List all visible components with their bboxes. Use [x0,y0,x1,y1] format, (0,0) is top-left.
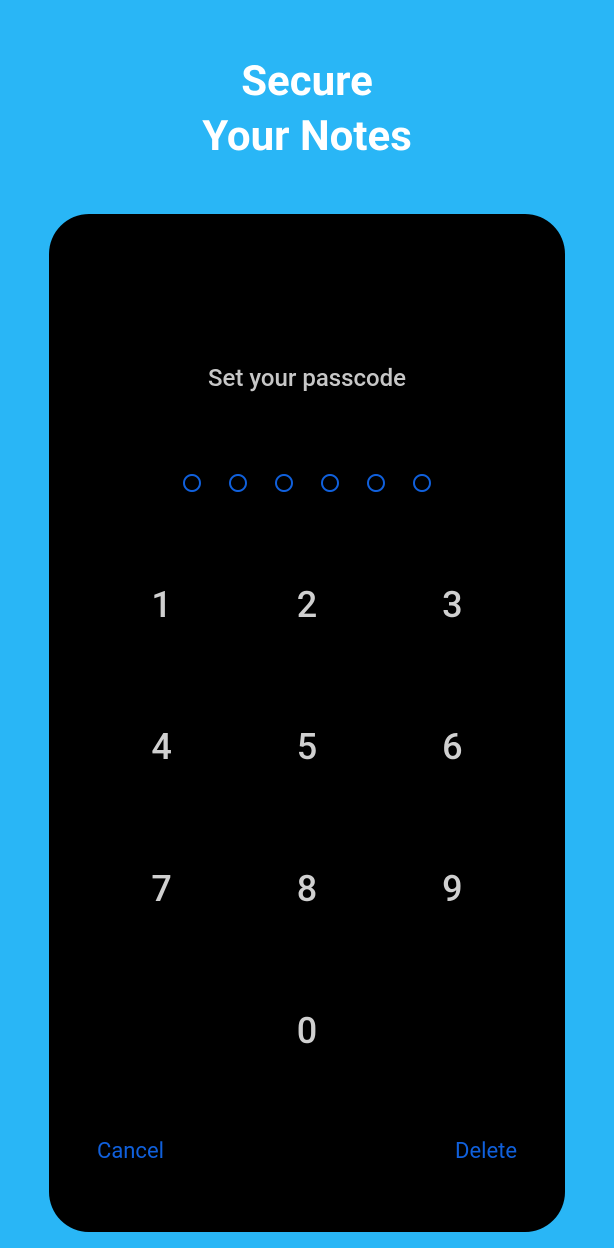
keypad-key-4[interactable]: 4 [89,726,234,768]
passcode-dot [183,474,201,492]
passcode-dots-container [89,474,525,492]
cancel-button[interactable]: Cancel [97,1139,164,1164]
passcode-dot [229,474,247,492]
passcode-dot [275,474,293,492]
keypad-key-8[interactable]: 8 [234,868,379,910]
keypad-key-9[interactable]: 9 [380,868,525,910]
title-line-1: Secure [241,57,373,106]
delete-button[interactable]: Delete [455,1139,517,1164]
keypad-key-1[interactable]: 1 [89,584,234,626]
passcode-dot [321,474,339,492]
keypad-key-2[interactable]: 2 [234,584,379,626]
numeric-keypad: 1 2 3 4 5 6 7 8 9 0 [89,584,525,1052]
title-line-2: Your Notes [202,112,412,161]
page-title: Secure Your Notes [202,55,412,164]
passcode-prompt: Set your passcode [89,364,525,392]
passcode-dot [367,474,385,492]
bottom-actions: Cancel Delete [89,1139,525,1164]
phone-frame: Set your passcode 1 2 3 4 5 6 7 8 9 0 Ca… [49,214,565,1232]
keypad-key-3[interactable]: 3 [380,584,525,626]
keypad-key-6[interactable]: 6 [380,726,525,768]
keypad-key-7[interactable]: 7 [89,868,234,910]
passcode-dot [413,474,431,492]
keypad-key-5[interactable]: 5 [234,726,379,768]
keypad-key-0[interactable]: 0 [234,1010,379,1052]
